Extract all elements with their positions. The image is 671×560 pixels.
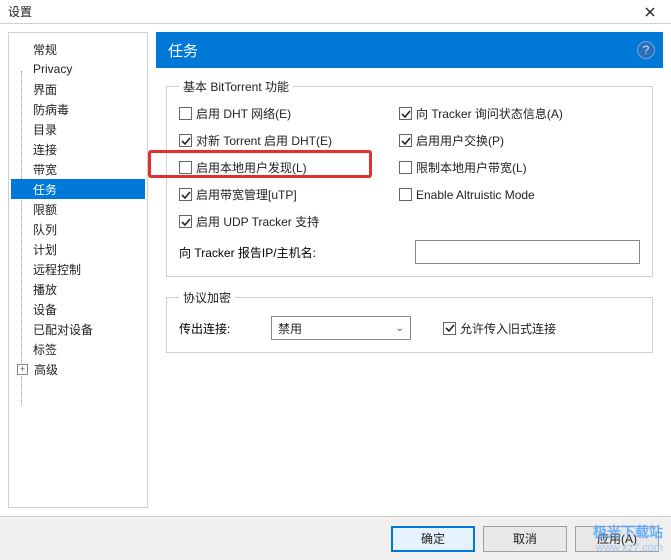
sidebar-item-9[interactable]: 队列 [11,219,145,239]
close-icon [645,7,655,17]
sidebar-item-14[interactable]: 已配对设备 [11,319,145,339]
checkbox-tracker-status[interactable]: 向 Tracker 询问状态信息(A) [399,105,640,122]
sidebar-item-label: 常规 [33,41,57,58]
help-icon: ? [643,43,650,57]
ok-button[interactable]: 确定 [391,526,475,552]
sidebar-item-3[interactable]: 防病毒 [11,99,145,119]
checkbox-allow-legacy-label: 允许传入旧式连接 [460,320,556,337]
sidebar-item-label: 设备 [33,301,57,318]
sidebar-item-label: 目录 [33,121,57,138]
sidebar-item-12[interactable]: 播放 [11,279,145,299]
checkbox-tracker-status-label: 向 Tracker 询问状态信息(A) [416,105,563,122]
sidebar-item-label: 队列 [33,221,57,238]
sidebar-item-8[interactable]: 限额 [11,199,145,219]
sidebar-item-label: 标签 [33,341,57,358]
sidebar-item-label: 高级 [34,361,58,378]
group-bittorrent: 基本 BitTorrent 功能 启用 DHT 网络(E) 向 Tracker … [166,78,653,277]
out-conn-value: 禁用 [278,320,302,337]
content-area: 常规Privacy界面防病毒目录连接带宽任务限额队列计划远程控制播放设备已配对设… [0,24,671,516]
titlebar: 设置 [0,0,671,24]
main-panel: 任务 ? 基本 BitTorrent 功能 启用 DHT 网络(E) [156,32,663,508]
sidebar-item-label: 限额 [33,201,57,218]
sidebar-item-1[interactable]: Privacy [11,59,145,79]
checkbox-utp-label: 启用带宽管理[uTP] [196,186,297,203]
sidebar-item-4[interactable]: 目录 [11,119,145,139]
group-encryption: 协议加密 传出连接: 禁用 ⌄ 允许传入旧式连接 [166,289,653,353]
panel-body: 基本 BitTorrent 功能 启用 DHT 网络(E) 向 Tracker … [156,68,663,508]
sidebar-item-label: 界面 [33,81,57,98]
sidebar-item-0[interactable]: 常规 [11,39,145,59]
apply-button[interactable]: 应用(A) [575,526,659,552]
sidebar-item-6[interactable]: 带宽 [11,159,145,179]
sidebar-item-15[interactable]: 标签 [11,339,145,359]
checkbox-limit-local-label: 限制本地用户带宽(L) [416,159,527,176]
sidebar-item-label: 任务 [33,181,57,198]
sidebar-item-label: 播放 [33,281,57,298]
sidebar-item-13[interactable]: 设备 [11,299,145,319]
group-bittorrent-legend: 基本 BitTorrent 功能 [179,78,293,95]
checkbox-lpd[interactable]: 启用本地用户发现(L) [179,159,399,176]
checkbox-altruistic-label: Enable Altruistic Mode [416,188,535,202]
sidebar-item-label: Privacy [33,62,72,76]
dialog-footer: 确定 取消 应用(A) [0,516,671,560]
sidebar-item-label: 计划 [33,241,57,258]
sidebar-item-11[interactable]: 远程控制 [11,259,145,279]
report-ip-label: 向 Tracker 报告IP/主机名: [179,244,407,261]
checkbox-pex[interactable]: 启用用户交换(P) [399,132,640,149]
checkbox-lpd-label: 启用本地用户发现(L) [196,159,307,176]
checkbox-dht[interactable]: 启用 DHT 网络(E) [179,105,399,122]
cancel-button[interactable]: 取消 [483,526,567,552]
sidebar-item-7[interactable]: 任务 [11,179,145,199]
sidebar-item-label: 防病毒 [33,101,69,118]
checkbox-utp[interactable]: 启用带宽管理[uTP] [179,186,399,203]
out-conn-label: 传出连接: [179,320,263,337]
sidebar-item-5[interactable]: 连接 [11,139,145,159]
sidebar-item-10[interactable]: 计划 [11,239,145,259]
checkbox-pex-label: 启用用户交换(P) [416,132,504,149]
help-button[interactable]: ? [637,41,655,59]
checkbox-new-dht[interactable]: 对新 Torrent 启用 DHT(E) [179,132,399,149]
checkbox-altruistic[interactable]: Enable Altruistic Mode [399,188,640,202]
sidebar-item-2[interactable]: 界面 [11,79,145,99]
panel-title: 任务 [168,40,198,61]
chevron-down-icon: ⌄ [396,323,404,334]
sidebar-item-16[interactable]: + 高级 [11,359,145,379]
checkbox-new-dht-label: 对新 Torrent 启用 DHT(E) [196,132,332,149]
group-encryption-legend: 协议加密 [179,289,235,306]
sidebar-item-label: 远程控制 [33,261,81,278]
sidebar-item-label: 带宽 [33,161,57,178]
window-title: 设置 [8,3,32,20]
out-conn-select[interactable]: 禁用 ⌄ [271,316,411,340]
sidebar-item-label: 已配对设备 [33,321,93,338]
checkbox-allow-legacy[interactable]: 允许传入旧式连接 [443,320,556,337]
checkbox-udp-tracker[interactable]: 启用 UDP Tracker 支持 [179,213,319,230]
report-ip-input[interactable] [415,240,640,264]
panel-header: 任务 ? [156,32,663,68]
checkbox-dht-label: 启用 DHT 网络(E) [196,105,291,122]
sidebar-item-label: 连接 [33,141,57,158]
checkbox-limit-local[interactable]: 限制本地用户带宽(L) [399,159,640,176]
sidebar-tree: 常规 Privacy 界面防病毒目录连接带宽任务限额队列计划远程控制播放设备已配对设… [8,32,148,508]
close-button[interactable] [629,0,671,24]
checkbox-udp-tracker-label: 启用 UDP Tracker 支持 [196,213,319,230]
expand-icon[interactable]: + [17,364,28,375]
